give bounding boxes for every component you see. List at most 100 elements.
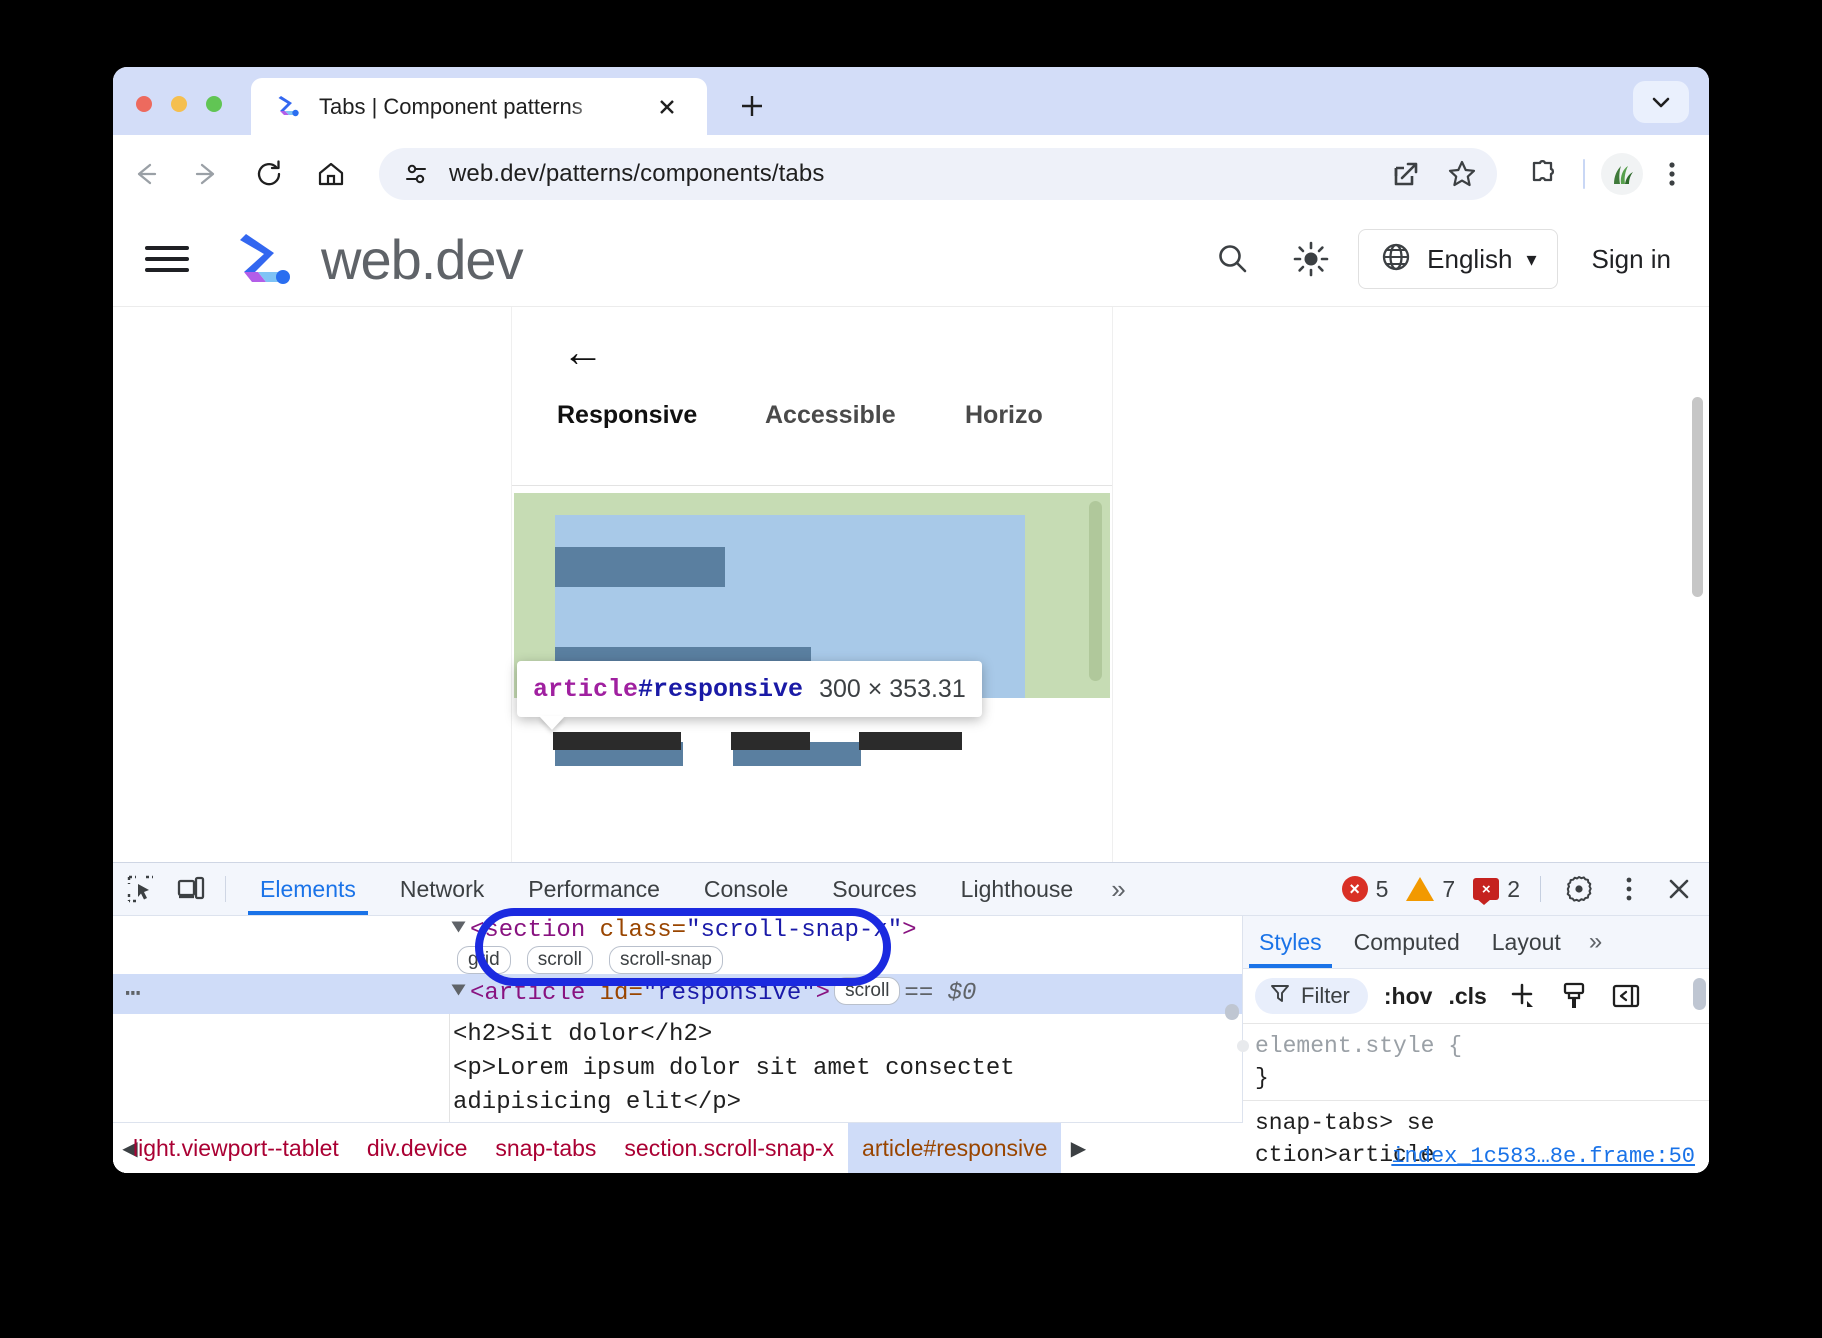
breadcrumb-item-snap-tabs[interactable]: snap-tabs <box>481 1123 610 1173</box>
site-wordmark[interactable]: web.dev <box>321 227 523 292</box>
styles-pane-scrollbar[interactable] <box>1693 978 1706 1010</box>
browser-tab-title: Tabs | Component patterns <box>319 94 599 120</box>
issue-count-badge[interactable]: × 2 <box>1473 876 1520 903</box>
sign-in-button[interactable]: Sign in <box>1592 244 1672 275</box>
breadcrumb-scroll-right[interactable]: ▶ <box>1061 1123 1095 1173</box>
node-options-icon[interactable]: ⋯ <box>125 974 143 1014</box>
grass-avatar-icon[interactable] <box>1601 153 1643 195</box>
sun-icon[interactable] <box>1280 228 1342 290</box>
dom-attr-value: "responsive" <box>643 980 816 1007</box>
minimize-window-button[interactable] <box>171 96 187 112</box>
filter-icon <box>1269 982 1291 1010</box>
reload-button[interactable] <box>247 152 291 196</box>
demo-tab-accessible[interactable]: Accessible <box>765 401 896 430</box>
dom-pane-scrollbar[interactable] <box>1225 1004 1239 1020</box>
devtools-status-bar: × 5 7 × 2 <box>1324 863 1701 915</box>
tooltip-dimensions: 300 × 353.31 <box>819 675 966 704</box>
new-tab-button[interactable] <box>733 87 771 125</box>
address-bar-url[interactable]: web.dev/patterns/components/tabs <box>449 160 824 188</box>
expand-triangle-icon[interactable] <box>452 922 466 933</box>
address-bar[interactable]: web.dev/patterns/components/tabs <box>379 148 1497 200</box>
issue-icon: × <box>1473 878 1499 900</box>
chevron-down-icon: ▾ <box>1526 247 1536 272</box>
demo-tabs-underline <box>512 485 1112 486</box>
cls-toggle[interactable]: .cls <box>1448 983 1486 1010</box>
star-icon[interactable] <box>1445 157 1479 196</box>
breadcrumb-item-viewport[interactable]: light.viewport--tablet <box>133 1123 353 1173</box>
maximize-window-button[interactable] <box>206 96 222 112</box>
puzzle-piece-icon[interactable] <box>1521 151 1567 197</box>
browser-tab[interactable]: Tabs | Component patterns <box>251 78 707 135</box>
demo-tab-responsive[interactable]: Responsive <box>557 401 697 430</box>
stylesheet-source-link[interactable]: index_1c583…8e.frame:50 <box>1391 1141 1695 1173</box>
breadcrumb: ◀ light.viewport--tablet div.device snap… <box>113 1122 1243 1173</box>
css-rule-snap-tabs[interactable]: snap-tabs> section>article { index_1c583… <box>1243 1101 1709 1173</box>
tab-network[interactable]: Network <box>378 863 506 915</box>
css-rules: element.style { } snap-tabs> section>art… <box>1243 1024 1709 1173</box>
tab-elements[interactable]: Elements <box>238 863 378 915</box>
hov-toggle[interactable]: :hov <box>1384 983 1433 1010</box>
warning-count-badge[interactable]: 7 <box>1406 876 1455 903</box>
paintbrush-icon[interactable] <box>1557 979 1591 1013</box>
badge-scroll-snap[interactable]: scroll-snap <box>609 946 723 974</box>
tab-layout[interactable]: Layout <box>1476 916 1577 968</box>
tab-strip: Tabs | Component patterns <box>113 67 1709 135</box>
demo-footer-bar <box>731 732 810 750</box>
close-icon[interactable] <box>1657 867 1701 911</box>
three-dot-menu-icon[interactable] <box>1649 151 1695 197</box>
home-button[interactable] <box>309 152 353 196</box>
demo-back-arrow[interactable]: ← <box>562 331 604 373</box>
filter-input[interactable]: Filter <box>1255 978 1368 1014</box>
back-button[interactable] <box>123 152 167 196</box>
tab-styles[interactable]: Styles <box>1243 916 1338 968</box>
filter-label: Filter <box>1301 983 1350 1009</box>
plus-icon[interactable] <box>1505 979 1539 1013</box>
breadcrumb-item-article[interactable]: article#responsive <box>848 1123 1061 1173</box>
window-controls <box>136 96 222 112</box>
devtools-panel: Elements Network Performance Console Sou… <box>113 862 1709 1173</box>
badge-grid[interactable]: grid <box>457 946 511 974</box>
badge-scroll[interactable]: scroll <box>527 946 593 974</box>
gear-icon[interactable] <box>1557 867 1601 911</box>
site-header: web.dev <box>113 212 1709 307</box>
dom-node-section[interactable]: <section class="scroll-snap-x"> <box>113 916 1243 948</box>
close-icon[interactable] <box>653 93 681 121</box>
skeleton-bar <box>555 547 725 587</box>
search-icon[interactable] <box>1202 228 1264 290</box>
hamburger-menu-icon[interactable] <box>145 237 189 281</box>
expand-triangle-icon[interactable] <box>452 985 466 996</box>
tab-console[interactable]: Console <box>682 863 810 915</box>
webdev-chevron-logo-icon[interactable] <box>233 231 299 287</box>
more-tabs-icon[interactable]: » <box>1577 928 1614 956</box>
tab-performance[interactable]: Performance <box>506 863 682 915</box>
demo-footer-bar <box>859 732 962 750</box>
demo-footer-bar <box>553 732 681 750</box>
css-rule-element-style[interactable]: element.style { } <box>1243 1024 1709 1101</box>
tab-lighthouse[interactable]: Lighthouse <box>939 863 1096 915</box>
dom-node-h2-1[interactable]: <h2>Sit dolor</h2> <box>113 1018 1243 1052</box>
toggle-sidebar-icon[interactable] <box>1609 979 1643 1013</box>
open-in-new-icon[interactable] <box>1389 157 1423 196</box>
inspect-element-icon[interactable] <box>119 867 163 911</box>
more-tabs-icon[interactable]: » <box>1095 874 1141 905</box>
tab-computed[interactable]: Computed <box>1338 916 1476 968</box>
badge-scroll[interactable]: scroll <box>834 977 900 1005</box>
demo-inner-scrollbar[interactable] <box>1089 501 1102 681</box>
dom-tree: <section class="scroll-snap-x"> grid scr… <box>113 916 1243 1154</box>
language-selector[interactable]: English ▾ <box>1358 229 1557 289</box>
dom-node-p[interactable]: <p>Lorem ipsum dolor sit amet consectet … <box>113 1052 1243 1120</box>
tab-sources[interactable]: Sources <box>810 863 938 915</box>
forward-button[interactable] <box>185 152 229 196</box>
close-window-button[interactable] <box>136 96 152 112</box>
devtools-body: <section class="scroll-snap-x"> grid scr… <box>113 916 1709 1173</box>
dom-node-article-selected[interactable]: ⋯<article id="responsive">scroll== $0 <box>113 974 1243 1014</box>
demo-tab-horizontal[interactable]: Horizo <box>965 401 1043 430</box>
breadcrumb-item-div-device[interactable]: div.device <box>353 1123 482 1173</box>
page-scrollbar[interactable] <box>1692 397 1703 597</box>
three-dot-menu-icon[interactable] <box>1607 867 1651 911</box>
device-toolbar-icon[interactable] <box>169 867 213 911</box>
breadcrumb-item-section[interactable]: section.scroll-snap-x <box>610 1123 848 1173</box>
error-count-badge[interactable]: × 5 <box>1342 876 1389 903</box>
chevron-down-icon[interactable] <box>1633 81 1689 123</box>
tune-icon[interactable] <box>401 159 431 189</box>
